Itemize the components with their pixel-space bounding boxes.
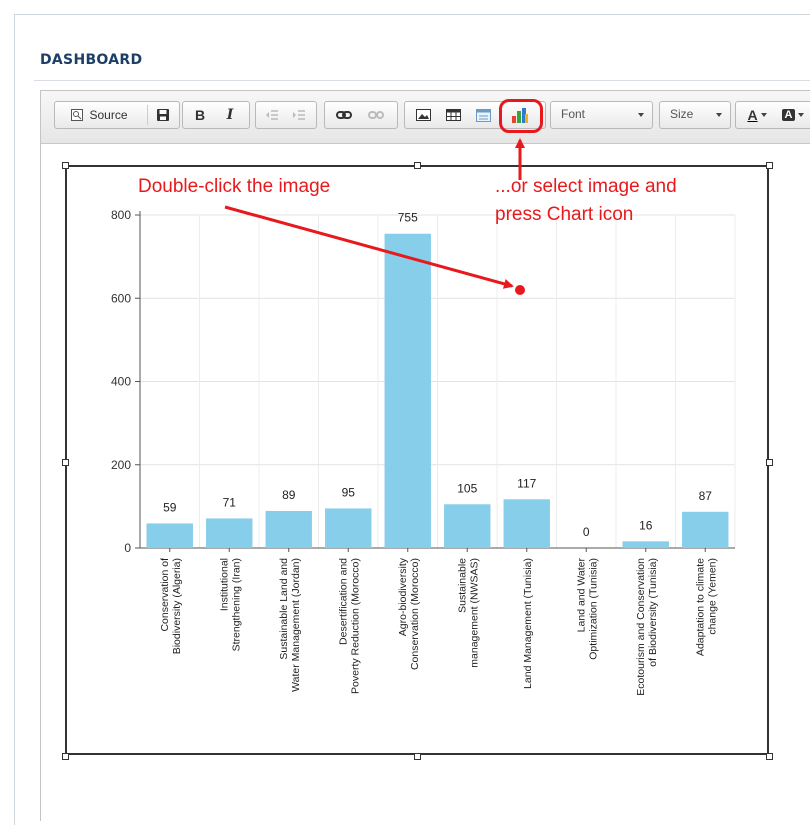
data-label: 16 (639, 518, 653, 532)
x-tick-label: Desertification andPoverty Reduction (Mo… (337, 558, 361, 694)
bar (682, 511, 729, 548)
x-tick-label-line: Poverty Reduction (Morocco) (349, 558, 361, 694)
bar (503, 499, 550, 548)
annotation-select-line2: press Chart icon (495, 204, 634, 225)
annotation-double-click: Double-click the image (138, 176, 331, 197)
bar (206, 518, 253, 548)
bar-chart: 0 200 400 600 800 59 Conservation ofBiodiversi… (111, 138, 736, 696)
x-tick-label-line: Sustainable Land and (278, 558, 290, 660)
bar (444, 504, 491, 548)
data-label: 0 (583, 525, 590, 539)
data-label: 59 (163, 500, 177, 514)
x-tick-label: Sustainablemanagement (NWSAS) (456, 558, 480, 668)
data-label: 89 (282, 488, 296, 502)
bar (146, 523, 193, 548)
x-tick-label-line: Land and Water (575, 557, 587, 632)
x-tick-label-line: change (Yemen) (706, 558, 718, 635)
x-tick-label: Ecotourism and Conservationof Biodiversi… (635, 558, 659, 696)
bar (325, 508, 372, 548)
x-tick-label-line: Adaptation to climate (694, 558, 706, 656)
data-label: 87 (699, 489, 713, 503)
x-tick-label: Sustainable Land andWater Management (Jo… (278, 558, 302, 692)
x-tick-label-line: Desertification and (337, 558, 349, 645)
x-tick-label: Conservation ofBiodiversity (Algeria) (159, 558, 183, 654)
x-tick-label-line: Conservation of (159, 558, 171, 632)
annotation-arrow-to-image (224, 205, 514, 289)
y-tick-label: 800 (111, 208, 131, 222)
annotation-select-line1: ...or select image and (495, 176, 677, 197)
x-tick-label-line: Agro-biodiversity (397, 557, 409, 636)
x-tick-label-line: management (NWSAS) (468, 558, 480, 668)
x-tick-label-line: Strengthening (Iran) (230, 558, 242, 651)
x-tick-label-line: Sustainable (456, 558, 468, 613)
x-tick-label: Agro-biodiversityConservation (Morocco) (397, 557, 421, 670)
x-tick-label-line: Ecotourism and Conservation (635, 558, 647, 696)
x-tick-label-line: Biodiversity (Algeria) (171, 558, 183, 654)
data-label: 95 (342, 485, 356, 499)
x-tick-label-line: Water Management (Jordan) (290, 558, 302, 692)
y-tick-label: 0 (124, 541, 131, 555)
x-tick-label: InstitutionalStrengthening (Iran) (218, 558, 242, 651)
x-tick-label-line: Institutional (218, 558, 230, 611)
y-tick-label: 600 (111, 291, 131, 305)
x-tick-label: Land and WaterOptimization (Tunisia) (575, 557, 599, 659)
data-label: 105 (457, 481, 477, 495)
bar (384, 233, 431, 548)
data-label: 71 (223, 495, 237, 509)
bar (622, 541, 669, 548)
x-tick-label-line: Conservation (Morocco) (409, 558, 421, 670)
x-tick-label: Land Management (Tunisia) (522, 558, 534, 689)
x-tick-label: Adaptation to climatechange (Yemen) (694, 558, 718, 656)
y-tick-label: 400 (111, 375, 131, 389)
bar (265, 510, 312, 548)
x-tick-label-line: Optimization (Tunisia) (587, 558, 599, 660)
data-label: 755 (398, 211, 418, 225)
y-tick-label: 200 (111, 458, 131, 472)
x-tick-label-line: Land Management (Tunisia) (522, 558, 534, 689)
annotation-target-dot (515, 285, 525, 295)
x-tick-label-line: of Biodiversity (Tunisia) (647, 558, 659, 667)
data-label: 117 (517, 476, 536, 490)
